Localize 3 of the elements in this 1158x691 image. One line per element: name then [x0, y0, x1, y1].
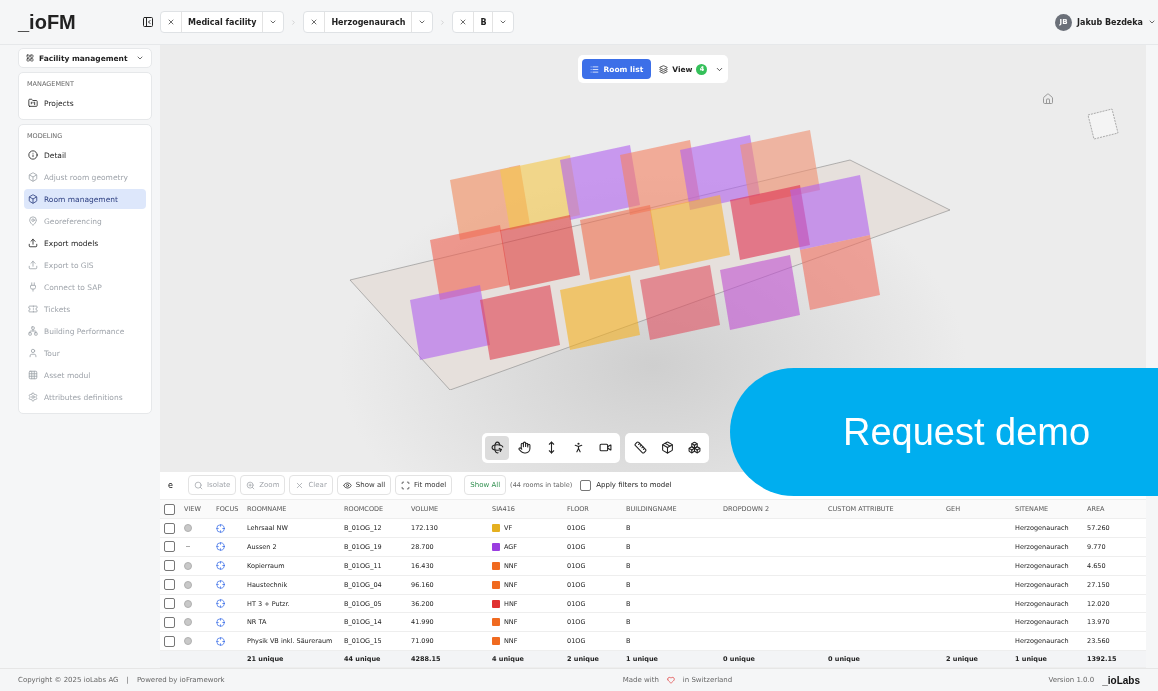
user-name: Jakub Bezdeka: [1077, 17, 1143, 27]
app-logo: _ioFM: [18, 10, 77, 34]
company-logo: _ioLabs: [1102, 674, 1140, 686]
